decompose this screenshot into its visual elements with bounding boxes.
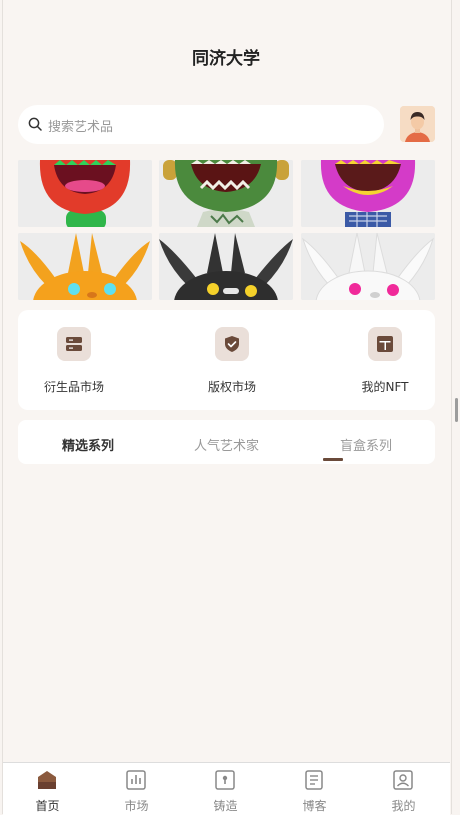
quick-link-my-nft[interactable]: 我的NFT [335, 310, 435, 410]
document-icon [305, 770, 323, 790]
gallery-item-red-monster[interactable] [18, 160, 152, 227]
profile-icon [393, 770, 413, 790]
gallery-item-magenta-monster[interactable] [301, 160, 435, 227]
quick-link-label: 我的NFT [361, 380, 409, 394]
bottom-navigation: 首页 市场 铸造 博客 我的 [3, 762, 450, 815]
mint-icon [215, 770, 235, 790]
artwork-gallery [18, 160, 435, 300]
tab-popular-artists[interactable]: 人气艺术家 [194, 435, 259, 454]
scrollbar[interactable] [455, 398, 458, 422]
nav-mint[interactable]: 铸造 [181, 763, 270, 815]
search-bar[interactable]: 搜索艺术品 [18, 105, 384, 144]
page-title: 同济大学 [192, 49, 260, 69]
avatar[interactable] [400, 106, 435, 142]
nav-label: 我的 [391, 799, 416, 813]
search-input[interactable]: 搜索艺术品 [48, 116, 113, 135]
nav-label: 铸造 [213, 799, 238, 813]
nav-label: 首页 [35, 799, 60, 813]
nav-label: 博客 [302, 799, 327, 813]
gallery-item-green-monster[interactable] [159, 160, 293, 227]
home-icon [38, 771, 56, 789]
quick-link-copyright-market[interactable]: 版权市场 [182, 310, 282, 410]
tab-blind-box-series[interactable]: 盲盒系列 [340, 435, 392, 454]
collection-tabs: 精选系列 人气艺术家 盲盒系列 [18, 420, 435, 464]
nav-market[interactable]: 市场 [92, 763, 181, 815]
quick-link-label: 版权市场 [207, 380, 256, 394]
nav-home[interactable]: 首页 [3, 763, 92, 815]
chart-icon [126, 770, 146, 790]
gallery-item-orange-rabbit[interactable] [18, 233, 152, 300]
quick-link-derivatives-market[interactable]: 衍生品市场 [24, 310, 124, 410]
server-icon [57, 327, 91, 361]
quick-links-panel: 衍生品市场 版权市场 我的NFT [18, 310, 435, 410]
shield-check-icon [215, 327, 249, 361]
nav-label: 市场 [124, 799, 149, 813]
tab-indicator [323, 458, 343, 461]
nav-blog[interactable]: 博客 [270, 763, 359, 815]
layout-icon [368, 327, 402, 361]
tab-featured-series[interactable]: 精选系列 [62, 435, 114, 454]
gallery-item-black-rabbit[interactable] [159, 233, 293, 300]
search-icon [28, 117, 42, 131]
quick-link-label: 衍生品市场 [43, 380, 104, 394]
nav-profile[interactable]: 我的 [359, 763, 448, 815]
gallery-item-white-rabbit[interactable] [301, 233, 435, 300]
